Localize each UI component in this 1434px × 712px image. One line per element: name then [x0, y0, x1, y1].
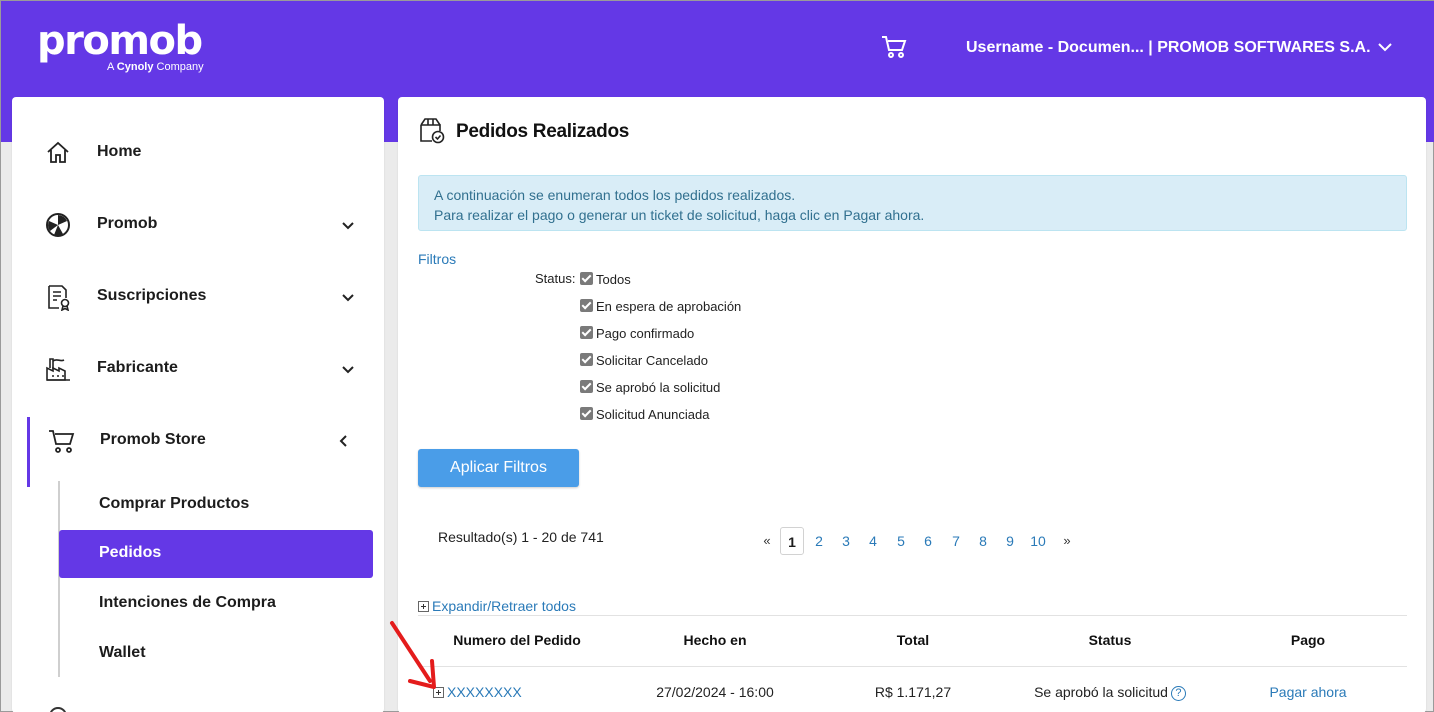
sidebar-subitem-wallet[interactable]: Wallet [59, 630, 373, 678]
sidebar-item-suscripciones[interactable]: Suscripciones [12, 261, 384, 333]
filter-option-solicitud-anunciada[interactable]: Solicitud Anunciada [580, 407, 709, 425]
filter-option-en-espera[interactable]: En espera de aprobación [580, 299, 741, 317]
filter-option-se-aprobo[interactable]: Se aprobó la solicitud [580, 380, 720, 398]
sidebar-item-label: Home [97, 143, 142, 160]
sidebar-item-label: Promob Store [100, 431, 206, 448]
alert-line-1: A continuación se enumeran todos los ped… [434, 187, 796, 203]
checkbox[interactable] [580, 326, 593, 339]
annotation-arrow-icon [390, 621, 436, 689]
sidebar-item-label: Suscripciones [97, 287, 207, 304]
sidebar-subitem-pedidos[interactable]: Pedidos [59, 530, 373, 578]
order-status-cell: Se aprobó la solicitud? [1025, 684, 1195, 701]
order-number-cell[interactable]: XXXXXXXX [433, 684, 522, 700]
col-header-status: Status [1088, 632, 1132, 648]
col-header-payment: Pago [1290, 632, 1326, 648]
pagination-page[interactable]: 7 [949, 527, 963, 555]
sidebar-item-home[interactable]: Home [12, 117, 384, 189]
filters-toggle-link[interactable]: Filtros [418, 251, 456, 267]
checkbox[interactable] [580, 272, 593, 285]
user-account-menu[interactable]: Username - Documen... | PROMOB SOFTWARES… [966, 39, 1371, 57]
help-icon[interactable]: ? [1170, 686, 1186, 701]
pagination-page-current[interactable]: 1 [780, 527, 804, 555]
order-date-cell: 27/02/2024 - 16:00 [656, 684, 774, 700]
pagination-page[interactable]: 3 [839, 527, 853, 555]
order-total-cell: R$ 1.171,27 [874, 684, 952, 700]
col-header-date: Hecho en [683, 632, 747, 648]
apply-filters-button[interactable]: Aplicar Filtros [418, 449, 579, 487]
pagination-next[interactable]: » [1060, 527, 1074, 555]
orders-box-icon [420, 118, 445, 144]
chevron-down-icon[interactable] [340, 289, 356, 305]
main-panel: Pedidos Realizados A continuación se enu… [398, 97, 1426, 712]
logo-tagline: A Cynoly Company [107, 61, 204, 73]
home-icon [47, 141, 69, 163]
pagination-prev[interactable]: « [760, 527, 774, 555]
chevron-down-icon[interactable] [340, 217, 356, 233]
pagination-page[interactable]: 2 [812, 527, 826, 555]
chevron-down-icon[interactable] [340, 361, 356, 377]
checkbox[interactable] [580, 380, 593, 393]
expand-collapse-all[interactable]: Expandir/Retraer todos [418, 598, 576, 614]
pagination-page[interactable]: 5 [894, 527, 908, 555]
sidebar-item-promob-store[interactable]: Promob Store [12, 405, 384, 487]
filter-option-todos[interactable]: Todos [580, 272, 631, 290]
pay-now-link[interactable]: Pagar ahora [1269, 684, 1346, 700]
order-number-link[interactable]: XXXXXXXX [447, 684, 522, 700]
status-filter-label: Status: [535, 271, 576, 286]
pagination-page[interactable]: 6 [921, 527, 935, 555]
sidebar: Home Promob Suscripciones Fabricante Pro… [12, 97, 384, 712]
pagination-page[interactable]: 8 [976, 527, 990, 555]
sidebar-item-label: Fabricante [97, 359, 178, 376]
chevron-down-icon[interactable] [1377, 39, 1393, 55]
sidebar-next-item-icon[interactable] [49, 707, 67, 712]
promob-logo[interactable]: promob A Cynoly Company [37, 18, 204, 73]
subscription-icon [48, 285, 70, 311]
chevron-left-icon[interactable] [336, 433, 352, 449]
sidebar-item-promob[interactable]: Promob [12, 189, 384, 261]
orders-table-header: Numero del Pedido Hecho en Total Status … [418, 615, 1407, 667]
checkbox[interactable] [580, 407, 593, 420]
filter-option-solicitar-cancelado[interactable]: Solicitar Cancelado [580, 353, 708, 371]
checkbox[interactable] [580, 299, 593, 312]
results-summary: Resultado(s) 1 - 20 de 741 [438, 529, 604, 545]
cart-icon[interactable] [881, 34, 907, 60]
page-title: Pedidos Realizados [456, 121, 630, 142]
expand-plus-icon[interactable] [418, 601, 429, 612]
info-alert: A continuación se enumeran todos los ped… [418, 175, 1407, 231]
sidebar-item-fabricante[interactable]: Fabricante [12, 333, 384, 405]
alert-line-2: Para realizar el pago o generar un ticke… [434, 207, 925, 223]
sidebar-subitem-intenciones-de-compra[interactable]: Intenciones de Compra [59, 580, 373, 628]
col-header-total: Total [896, 632, 930, 648]
filter-option-pago-confirmado[interactable]: Pago confirmado [580, 326, 694, 344]
logo-wordmark: promob [37, 18, 203, 64]
col-header-order: Numero del Pedido [453, 632, 581, 648]
payment-cell: Pagar ahora [1243, 684, 1373, 700]
sidebar-item-label: Promob [97, 215, 158, 232]
pagination-page[interactable]: 4 [866, 527, 880, 555]
checkbox[interactable] [580, 353, 593, 366]
active-indicator [27, 417, 30, 487]
pagination-page[interactable]: 9 [1003, 527, 1017, 555]
factory-icon [46, 358, 70, 381]
sidebar-subitem-comprar-productos[interactable]: Comprar Productos [59, 481, 373, 529]
cart-icon [49, 430, 75, 453]
pagination-page[interactable]: 10 [1028, 527, 1048, 555]
promob-icon [46, 213, 70, 237]
table-row: XXXXXXXX 27/02/2024 - 16:00 R$ 1.171,27 … [418, 667, 1407, 712]
